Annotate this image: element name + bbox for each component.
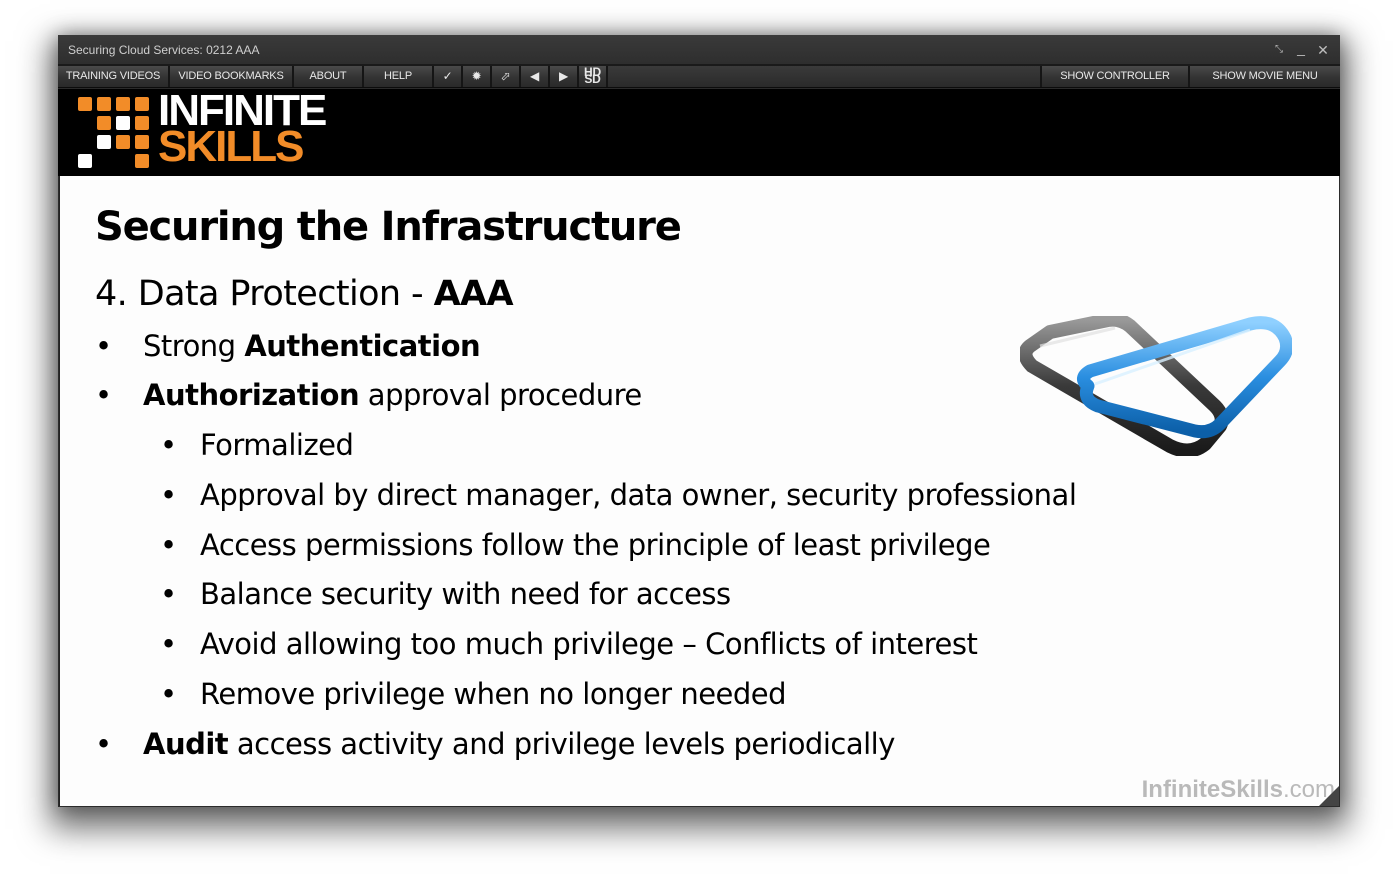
slide-title: Securing the Infrastructure <box>95 204 682 250</box>
bullet-item: • Strong Authentication <box>95 329 481 363</box>
brand-line2: SKILLS <box>158 122 304 171</box>
bullet-text: Formalized <box>200 428 354 462</box>
show-controller-button[interactable]: SHOW CONTROLLER <box>1042 66 1190 87</box>
resize-icon[interactable]: ⤡ <box>1272 43 1286 57</box>
watermark-brand: InfiniteSkills <box>1141 776 1283 803</box>
bullet-text: Remove privilege when no longer needed <box>200 677 787 711</box>
bullet-item: • Authorization approval procedure <box>95 378 642 412</box>
next-icon[interactable]: ▶ <box>550 66 579 87</box>
bullet-icon: • <box>95 378 112 412</box>
logo-mark-icon <box>78 97 154 169</box>
training-videos-button[interactable]: TRAINING VIDEOS <box>58 66 170 87</box>
menu-spacer <box>608 66 1042 87</box>
bullet-icon: • <box>160 428 177 462</box>
hd-sd-toggle-icon[interactable]: HD SD <box>579 66 608 87</box>
show-movie-menu-button[interactable]: SHOW MOVIE MENU <box>1190 66 1340 87</box>
bullet-item: • Audit access activity and privilege lev… <box>95 727 895 761</box>
bullet-text: Approval by direct manager, data owner, … <box>200 478 1077 512</box>
sub-bullet-item: • Access permissions follow the principle… <box>160 528 991 562</box>
bullet-bold: Authentication <box>244 329 481 363</box>
subtitle-text: 4. Data Protection - <box>95 274 434 314</box>
bullet-icon: • <box>160 627 177 661</box>
bullet-text: Balance security with need for access <box>200 577 731 611</box>
player-window: Securing Cloud Services: 0212 AAA ⤡ _ ✕ … <box>58 35 1340 807</box>
bullet-text: access activity and privilege levels per… <box>228 727 896 761</box>
settings-icon[interactable]: ✹ <box>463 66 492 87</box>
chain-links-icon <box>1020 316 1292 456</box>
brand-logo: INFINITE SKILLS <box>158 89 327 171</box>
help-button[interactable]: HELP <box>364 66 434 87</box>
bullet-bold: Audit <box>143 727 229 761</box>
bullet-text: Strong <box>143 329 245 363</box>
window-title: Securing Cloud Services: 0212 AAA <box>68 43 260 57</box>
slide-subtitle: 4. Data Protection - AAA <box>95 274 514 314</box>
slide-content: Securing the Infrastructure 4. Data Prot… <box>59 176 1339 806</box>
bullet-text: Avoid allowing too much privilege – Conf… <box>200 627 978 661</box>
brand-header: INFINITE SKILLS <box>58 89 1340 176</box>
bullet-bold: Authorization <box>143 378 360 412</box>
bullet-icon: • <box>160 528 177 562</box>
sub-bullet-item: • Balance security with need for access <box>160 577 731 611</box>
bullet-icon: • <box>95 329 112 363</box>
sub-bullet-item: • Avoid allowing too much privilege – Con… <box>160 627 978 661</box>
sub-bullet-item: • Approval by direct manager, data owner,… <box>160 478 1077 512</box>
popout-icon[interactable]: ⬀ <box>492 66 521 87</box>
bullet-icon: • <box>160 577 177 611</box>
subtitle-bold: AAA <box>433 274 514 314</box>
resize-grip[interactable] <box>1319 786 1339 806</box>
about-button[interactable]: ABOUT <box>294 66 364 87</box>
bullet-text: Access permissions follow the principle … <box>200 528 991 562</box>
video-bookmarks-button[interactable]: VIDEO BOOKMARKS <box>170 66 294 87</box>
close-icon[interactable]: ✕ <box>1316 43 1330 57</box>
bullet-icon: • <box>95 727 112 761</box>
bullet-icon: • <box>160 677 177 711</box>
menu-bar: TRAINING VIDEOS VIDEO BOOKMARKS ABOUT HE… <box>58 64 1340 88</box>
sub-bullet-item: • Remove privilege when no longer needed <box>160 677 787 711</box>
minimize-icon[interactable]: _ <box>1294 41 1308 55</box>
check-icon[interactable]: ✓ <box>434 66 463 87</box>
title-bar: Securing Cloud Services: 0212 AAA ⤡ _ ✕ <box>58 35 1340 64</box>
bullet-text: approval procedure <box>359 378 642 412</box>
watermark: InfiniteSkills.com <box>1142 776 1335 804</box>
sub-bullet-item: • Formalized <box>160 428 354 462</box>
previous-icon[interactable]: ◀ <box>521 66 550 87</box>
bullet-icon: • <box>160 478 177 512</box>
window-controls: ⤡ _ ✕ <box>1272 35 1330 64</box>
